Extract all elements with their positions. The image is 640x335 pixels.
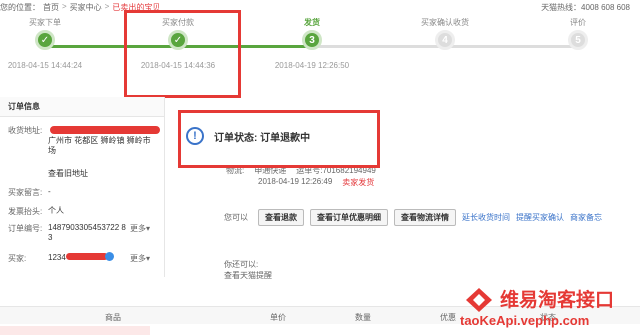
action-bar: 您可以 查看退款 查看订单优惠明细 查看物流详情 延长收货时间 提醒买家确认 商… (224, 209, 602, 226)
order-info-panel: 订单信息 收货地址: 广州市 花都区 狮岭镇 狮岭市场 查看旧地址 买家留言: … (0, 97, 165, 277)
message-value: - (48, 187, 51, 196)
step-time: 2018-04-19 12:26:50 (274, 61, 350, 70)
more-label: 更多 (130, 224, 146, 233)
order-number-row: 订单编号: 1487903305453722 8 3 更多▾ (8, 223, 150, 243)
order-number-label: 订单编号: (8, 224, 43, 233)
step-time: 2018-04-15 14:44:24 (7, 61, 83, 70)
invoice-label: 发票抬头: (8, 207, 43, 216)
step-number-icon: 4 (435, 30, 455, 50)
hotline: 天猫热线：4008 608 608 (541, 3, 630, 12)
top-bar: 您的位置： 首页 > 买家中心 > 已卖出的宝贝 天猫热线：4008 608 6… (0, 0, 640, 12)
merchant-memo-link[interactable]: 商家备忘 (570, 212, 602, 223)
step-number-icon: 5 (568, 30, 588, 50)
breadcrumb-home[interactable]: 首页 (43, 2, 59, 13)
col-quantity: 数量 (355, 313, 371, 322)
step-confirm-receipt: 买家确认收货 4 (400, 18, 490, 50)
breadcrumb-buyer-center[interactable]: 买家中心 (70, 2, 102, 13)
view-old-address-link[interactable]: 查看旧地址 (48, 169, 158, 179)
highlight-box-payment (124, 10, 241, 98)
you-can-also: 你还可以: 查看天猫提醒 (224, 259, 272, 281)
redaction-mark (50, 126, 160, 134)
view-tmall-reminder-link[interactable]: 查看天猫提醒 (224, 270, 272, 281)
view-logistics-button[interactable]: 查看物流详情 (394, 209, 456, 226)
order-progress: 买家下单 ✓ 2018-04-15 14:44:24 买家付款 ✓ 2018-0… (0, 18, 640, 88)
order-row-header (0, 326, 150, 335)
message-label: 买家留言: (8, 188, 43, 197)
address-label: 收货地址: (8, 126, 43, 135)
breadcrumb-separator: > (104, 2, 110, 11)
order-number-value: 1487903305453722 8 3 (48, 223, 126, 242)
watermark-logo-icon (466, 288, 492, 312)
order-number-more[interactable]: 更多▾ (130, 223, 150, 243)
view-refund-button[interactable]: 查看退款 (258, 209, 304, 226)
buyer-label: 买家: (8, 254, 27, 263)
chevron-down-icon: ▾ (146, 254, 151, 263)
breadcrumb-prefix: 您的位置： (0, 3, 40, 12)
col-product: 商品 (105, 313, 121, 322)
step-number-icon: 3 (302, 30, 322, 50)
message-row: 买家留言: - (8, 187, 158, 198)
step-label: 评价 (570, 18, 586, 27)
step-label: 发货 (304, 18, 320, 27)
view-old-address-row: 查看旧地址 (8, 169, 158, 179)
step-label: 买家确认收货 (421, 18, 469, 27)
chat-icon[interactable] (105, 252, 114, 261)
step-review: 评价 5 (533, 18, 623, 50)
view-discount-detail-button[interactable]: 查看订单优惠明细 (310, 209, 388, 226)
more-label: 更多 (130, 254, 146, 263)
actions-lead: 您可以 (224, 213, 248, 222)
col-price: 单价 (270, 313, 286, 322)
you-can-title: 你还可以: (224, 260, 259, 269)
step-label: 买家下单 (29, 18, 61, 27)
logistics-status: 卖家发货 (342, 178, 375, 187)
col-discount: 优惠 (440, 313, 456, 322)
redaction-mark (66, 253, 108, 260)
watermark: 维易淘客接口 taoKeApi.vephp.com (458, 283, 638, 333)
buyer-more[interactable]: 更多▾ (130, 253, 150, 264)
invoice-row: 发票抬头: 个人 (8, 206, 158, 217)
step-shipped: 发货 3 2018-04-19 12:26:50 (267, 18, 357, 70)
watermark-url: taoKeApi.vephp.com (460, 313, 590, 328)
order-info-title: 订单信息 (0, 97, 164, 117)
chevron-down-icon: ▾ (146, 224, 151, 233)
check-icon: ✓ (35, 30, 55, 50)
address-value: 广州市 花都区 狮岭镇 狮岭市场 (48, 136, 151, 155)
watermark-title: 维易淘客接口 (500, 290, 615, 311)
invoice-value: 个人 (48, 206, 64, 215)
extend-receipt-link[interactable]: 延长收货时间 (462, 212, 510, 223)
logistics-time: 2018-04-19 12:26:49 (258, 177, 333, 186)
step-order-placed: 买家下单 ✓ 2018-04-15 14:44:24 (0, 18, 90, 70)
logistics-time-row: 2018-04-19 12:26:49 卖家发货 (258, 177, 374, 188)
highlight-box-status (178, 110, 380, 168)
remind-buyer-link[interactable]: 提醒买家确认 (516, 212, 564, 223)
breadcrumb-separator: > (62, 2, 67, 11)
